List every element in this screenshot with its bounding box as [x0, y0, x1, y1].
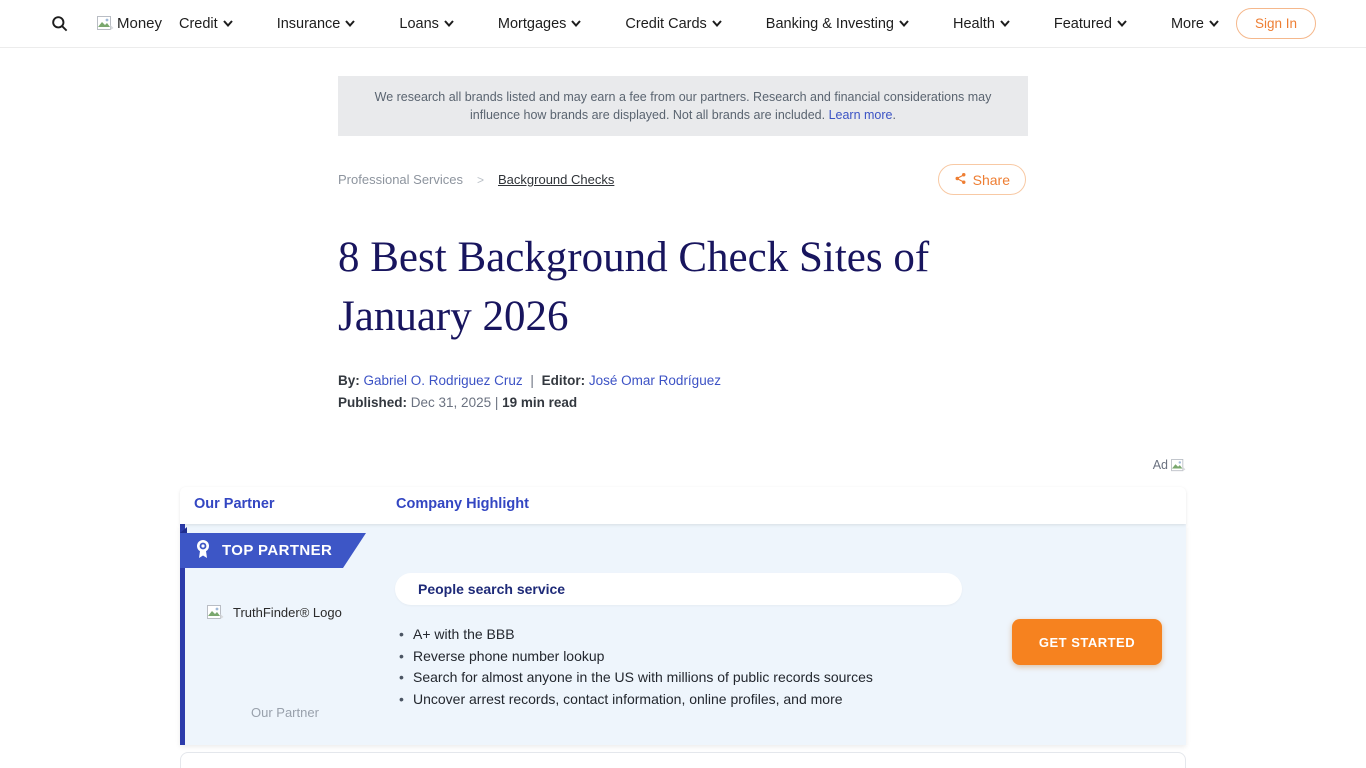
published-date: Dec 31, 2025 [411, 395, 491, 410]
byline: By: Gabriel O. Rodriguez Cruz | Editor: … [338, 373, 721, 388]
nav-item-mortgages[interactable]: Mortgages [498, 16, 582, 32]
ad-label: Ad [1153, 458, 1186, 472]
advertiser-disclosure: We research all brands listed and may ea… [338, 76, 1028, 136]
breadcrumb-parent[interactable]: Professional Services [338, 172, 463, 187]
byline-pipe: | [530, 373, 534, 388]
published-line: Published: Dec 31, 2025 | 19 min read [338, 395, 577, 410]
money-logo[interactable]: Money [97, 15, 162, 32]
share-button[interactable]: Share [938, 164, 1026, 195]
broken-image-icon [207, 605, 224, 620]
our-partner-caption: Our Partner [251, 705, 319, 720]
get-started-button[interactable]: GET STARTED [1012, 619, 1162, 665]
nav-label: Featured [1054, 16, 1112, 32]
chevron-down-icon [1117, 20, 1127, 27]
nav-label: Health [953, 16, 995, 32]
breadcrumb: Professional Services > Background Check… [338, 172, 614, 187]
ribbon-fold [180, 527, 187, 533]
column-header-company-highlight: Company Highlight [396, 496, 529, 512]
breadcrumb-current[interactable]: Background Checks [498, 172, 614, 187]
highlight-bullet-list: A+ with the BBB Reverse phone number loo… [397, 624, 987, 710]
chevron-down-icon [1000, 20, 1010, 27]
read-time: 19 min read [502, 395, 577, 410]
company-highlight-pill: People search service [395, 573, 962, 605]
nav-item-credit[interactable]: Credit [179, 16, 233, 32]
chevron-down-icon [444, 20, 454, 27]
nav-label: Credit [179, 16, 218, 32]
publine-pipe: | [495, 395, 499, 410]
nav-item-featured[interactable]: Featured [1054, 16, 1127, 32]
nav-label: Insurance [277, 16, 341, 32]
disclosure-text: We research all brands listed and may ea… [360, 88, 1006, 124]
broken-image-icon [1171, 459, 1186, 472]
top-navigation-bar: Money Credit Insurance Loans Mortgages C… [0, 0, 1366, 48]
learn-more-link[interactable]: Learn more [829, 108, 893, 122]
list-item: Search for almost anyone in the US with … [397, 667, 987, 689]
chevron-down-icon [1209, 20, 1219, 27]
logo-alt-text: Money [117, 15, 162, 32]
editor-link[interactable]: José Omar Rodríguez [589, 373, 721, 388]
nav-label: Banking & Investing [766, 16, 894, 32]
search-icon[interactable] [50, 14, 69, 33]
top-partner-badge: TOP PARTNER [180, 533, 366, 568]
chevron-down-icon [223, 20, 233, 27]
breadcrumb-separator-icon: > [477, 173, 484, 187]
nav-item-health[interactable]: Health [953, 16, 1010, 32]
editor-prefix: Editor: [542, 373, 586, 388]
page-title: 8 Best Background Check Sites of January… [338, 228, 1038, 346]
partner-table-header: Our Partner Company Highlight [180, 487, 1186, 524]
award-ribbon-icon [195, 539, 211, 563]
partner-logo[interactable]: TruthFinder® Logo [207, 605, 387, 620]
chevron-down-icon [899, 20, 909, 27]
next-partner-row [180, 752, 1186, 768]
main-navigation: Credit Insurance Loans Mortgages Credit … [179, 16, 1219, 32]
nav-label: Credit Cards [625, 16, 706, 32]
chevron-down-icon [712, 20, 722, 27]
top-partner-row: TOP PARTNER TruthFinder® Logo Our Partne… [180, 524, 1186, 745]
share-icon [954, 172, 967, 188]
nav-label: Loans [399, 16, 439, 32]
partner-logo-alt-text: TruthFinder® Logo [233, 605, 342, 620]
ad-text: Ad [1153, 458, 1168, 472]
nav-item-insurance[interactable]: Insurance [277, 16, 356, 32]
column-header-our-partner: Our Partner [194, 496, 275, 512]
nav-item-banking-investing[interactable]: Banking & Investing [766, 16, 909, 32]
breadcrumb-row: Professional Services > Background Check… [338, 164, 1028, 198]
nav-label: Mortgages [498, 16, 567, 32]
author-link[interactable]: Gabriel O. Rodriguez Cruz [364, 373, 523, 388]
sign-in-button[interactable]: Sign In [1236, 8, 1316, 39]
chevron-down-icon [571, 20, 581, 27]
byline-prefix: By: [338, 373, 360, 388]
disclosure-body: We research all brands listed and may ea… [375, 90, 992, 122]
page: Money Credit Insurance Loans Mortgages C… [0, 0, 1366, 768]
nav-item-more[interactable]: More [1171, 16, 1219, 32]
list-item: Uncover arrest records, contact informat… [397, 689, 987, 711]
list-item: Reverse phone number lookup [397, 646, 987, 668]
nav-item-credit-cards[interactable]: Credit Cards [625, 16, 721, 32]
nav-label: More [1171, 16, 1204, 32]
disclosure-period: . [893, 108, 896, 122]
nav-item-loans[interactable]: Loans [399, 16, 454, 32]
share-label: Share [973, 172, 1010, 188]
top-partner-label: TOP PARTNER [222, 542, 332, 559]
broken-image-icon [97, 16, 114, 31]
chevron-down-icon [345, 20, 355, 27]
published-prefix: Published: [338, 395, 407, 410]
list-item: A+ with the BBB [397, 624, 987, 646]
